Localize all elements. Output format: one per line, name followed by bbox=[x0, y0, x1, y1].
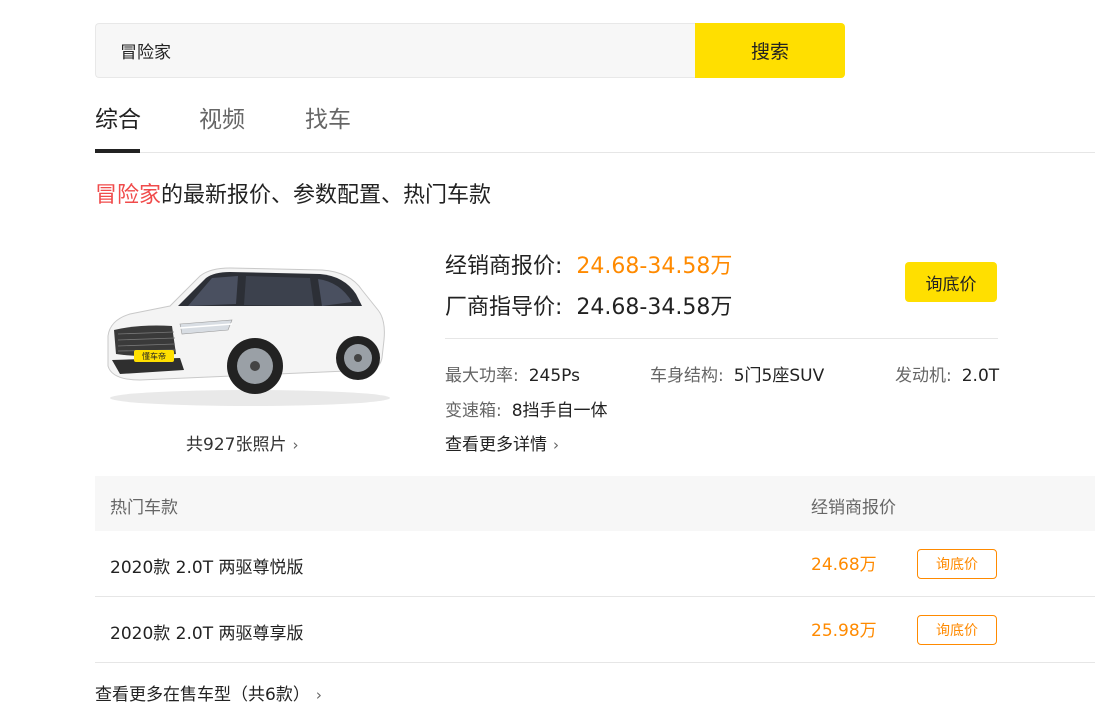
spec-engine-value: 2.0T bbox=[961, 366, 1000, 386]
car-image-badge: 懂车帝 bbox=[142, 351, 166, 361]
dealer-price-value: 24.68-34.58万 bbox=[576, 254, 733, 279]
spec-engine-label: 发动机: bbox=[895, 366, 952, 386]
result-tabs: 综合 视频 找车 bbox=[95, 98, 1095, 153]
active-tab-indicator bbox=[95, 149, 140, 153]
more-details-text: 查看更多详情 bbox=[445, 435, 547, 455]
spec-power-value: 245Ps bbox=[528, 366, 580, 386]
row-inquiry-button[interactable]: 询底价 bbox=[917, 615, 997, 645]
model-name[interactable]: 2020款 2.0T 两驱尊悦版 bbox=[110, 553, 304, 578]
heading-keyword[interactable]: 冒险家 bbox=[95, 183, 161, 208]
col-model-name: 热门车款 bbox=[110, 498, 178, 518]
msrp-value: 24.68-34.58万 bbox=[576, 295, 733, 320]
view-all-models-link[interactable]: 查看更多在售车型（共6款） › bbox=[95, 680, 322, 703]
spec-body-value: 5门5座SUV bbox=[733, 366, 825, 386]
model-name[interactable]: 2020款 2.0T 两驱尊享版 bbox=[110, 619, 304, 644]
spec-body: 车身结构: 5门5座SUV bbox=[650, 361, 824, 386]
result-heading: 冒险家的最新报价、参数配置、热门车款 bbox=[95, 177, 491, 209]
table-row[interactable]: 2020款 2.0T 两驱尊享版 25.98万 询底价 bbox=[95, 597, 1095, 663]
model-price: 24.68万 bbox=[811, 555, 877, 575]
spec-power: 最大功率: 245Ps bbox=[445, 361, 580, 386]
chevron-right-icon: › bbox=[292, 436, 299, 454]
car-image[interactable]: 懂车帝 bbox=[100, 258, 390, 408]
view-all-text: 查看更多在售车型（共6款） bbox=[95, 685, 310, 703]
dealer-price-label: 经销商报价: bbox=[445, 254, 563, 279]
col-dealer-price: 经销商报价 bbox=[811, 498, 896, 518]
photo-count-link[interactable]: 共927张照片 › bbox=[186, 430, 298, 455]
dealer-price-row: 经销商报价: 24.68-34.58万 bbox=[445, 248, 732, 280]
tab-video[interactable]: 视频 bbox=[199, 100, 245, 134]
spec-power-label: 最大功率: bbox=[445, 366, 519, 386]
inquiry-button[interactable]: 询底价 bbox=[905, 262, 997, 302]
spec-body-label: 车身结构: bbox=[650, 366, 724, 386]
divider bbox=[445, 338, 998, 339]
tab-find-car[interactable]: 找车 bbox=[305, 100, 351, 134]
row-inquiry-button[interactable]: 询底价 bbox=[917, 549, 997, 579]
spec-gearbox-label: 变速箱: bbox=[445, 401, 502, 421]
search-button[interactable]: 搜索 bbox=[695, 23, 845, 78]
msrp-row: 厂商指导价: 24.68-34.58万 bbox=[445, 289, 732, 321]
search-bar: 冒险家 搜索 bbox=[95, 23, 845, 78]
tab-all[interactable]: 综合 bbox=[95, 100, 141, 134]
heading-suffix: 的最新报价、参数配置、热门车款 bbox=[161, 183, 492, 208]
spec-gearbox: 变速箱: 8挡手自一体 bbox=[445, 396, 608, 421]
photo-count-text: 共927张照片 bbox=[186, 435, 287, 455]
model-price: 25.98万 bbox=[811, 621, 877, 641]
chevron-right-icon: › bbox=[315, 686, 322, 703]
table-row[interactable]: 2020款 2.0T 两驱尊悦版 24.68万 询底价 bbox=[95, 531, 1095, 597]
msrp-label: 厂商指导价: bbox=[445, 295, 563, 320]
spec-gearbox-value: 8挡手自一体 bbox=[511, 401, 608, 421]
chevron-right-icon: › bbox=[553, 436, 559, 454]
spec-engine: 发动机: 2.0T bbox=[895, 361, 999, 386]
more-details-link[interactable]: 查看更多详情 › bbox=[445, 430, 559, 455]
search-input[interactable]: 冒险家 bbox=[95, 23, 695, 78]
models-table-header: 热门车款 经销商报价 bbox=[95, 476, 1095, 531]
